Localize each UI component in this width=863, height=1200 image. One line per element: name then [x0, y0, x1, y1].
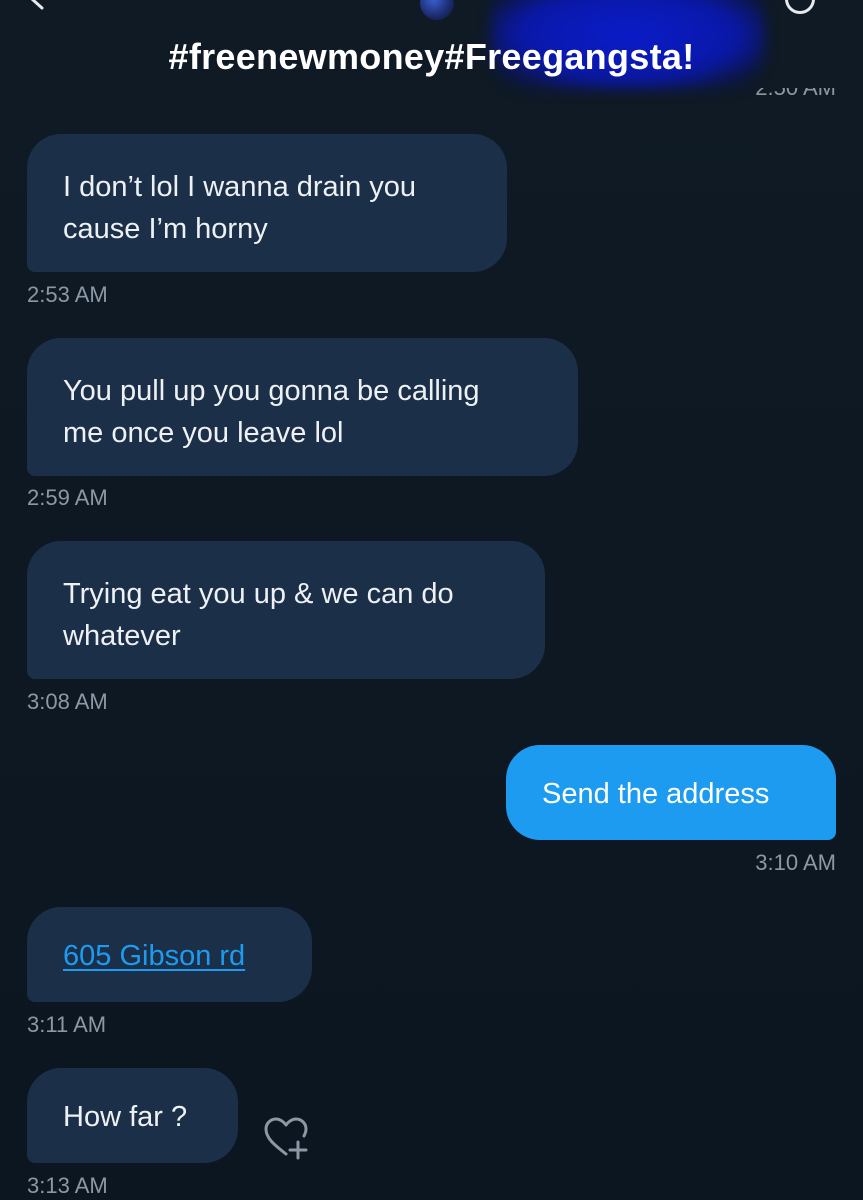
- message-timestamp: 3:11 AM: [27, 1012, 107, 1037]
- message-timestamp: 3:10 AM: [755, 850, 836, 875]
- previous-timestamp: 2:50 AM: [755, 88, 836, 100]
- message-bubble-incoming[interactable]: I don’t lol I wanna drain you cause I’m …: [27, 134, 507, 272]
- message-text-line: cause I’m horny: [63, 213, 268, 245]
- message-text-line: me once you leave lol: [63, 417, 344, 449]
- message-text-line: whatever: [63, 620, 181, 652]
- message-text-line: Trying eat you up & we can do: [63, 578, 454, 610]
- message-bubble-incoming[interactable]: How far ?: [27, 1068, 238, 1163]
- message-bubble-incoming[interactable]: You pull up you gonna be calling me once…: [27, 338, 578, 476]
- conversation-title[interactable]: #freenewmoney#Freegangsta!: [0, 36, 863, 78]
- back-arrow-icon[interactable]: [28, 0, 50, 10]
- message-timestamp: 2:53 AM: [27, 282, 108, 307]
- message-text-line: I don’t lol I wanna drain you: [63, 171, 417, 203]
- message-text-line: You pull up you gonna be calling: [63, 375, 480, 407]
- message-bubble-incoming[interactable]: Trying eat you up & we can do whatever: [27, 541, 545, 679]
- message-timestamp: 3:13 AM: [27, 1173, 108, 1198]
- avatar[interactable]: [420, 0, 454, 20]
- message-timestamp: 3:08 AM: [27, 689, 108, 714]
- heart-plus-icon[interactable]: [262, 1116, 310, 1160]
- conversation-header: #freenewmoney#Freegangsta! 2:50 AM: [0, 0, 863, 100]
- message-text-line: How far ?: [63, 1101, 188, 1133]
- message-timestamp: 2:59 AM: [27, 485, 108, 510]
- info-icon[interactable]: [785, 0, 815, 14]
- address-link[interactable]: 605 Gibson rd: [63, 940, 245, 972]
- message-bubble-incoming[interactable]: 605 Gibson rd: [27, 907, 312, 1002]
- message-bubble-outgoing[interactable]: Send the address: [506, 745, 836, 840]
- message-text-line: Send the address: [542, 778, 770, 810]
